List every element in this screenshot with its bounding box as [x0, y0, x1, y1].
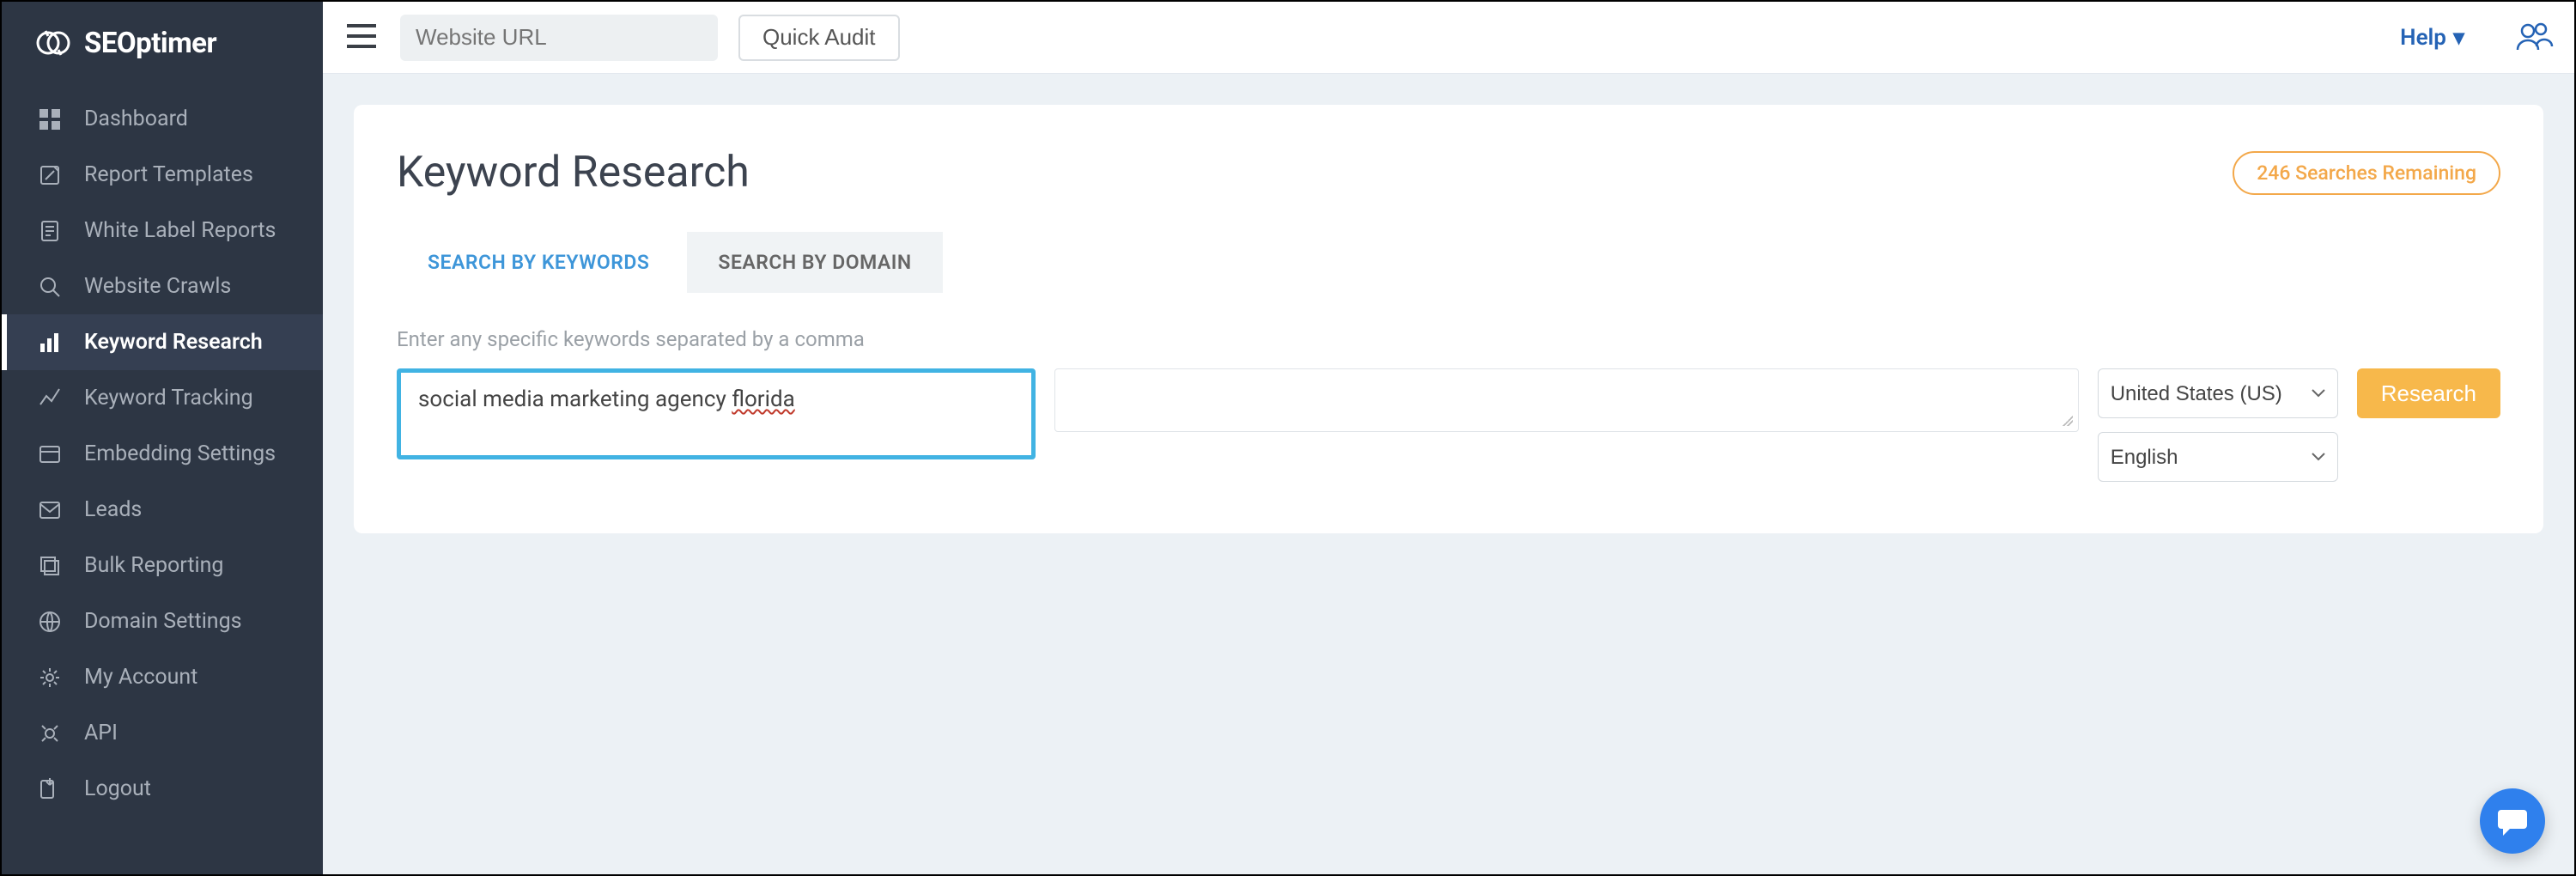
sidebar-item-logout[interactable]: Logout: [2, 761, 323, 817]
brand-icon: [33, 22, 74, 64]
sidebar-item-keyword-research[interactable]: Keyword Research: [2, 314, 323, 370]
sidebar-item-leads[interactable]: Leads: [2, 482, 323, 538]
sidebar-item-white-label-reports[interactable]: White Label Reports: [2, 203, 323, 259]
brand-name: SEOptimer: [84, 27, 216, 60]
dashboard-icon: [38, 107, 62, 131]
main: Quick Audit Help ▾ Keyword Research 246 …: [323, 2, 2574, 874]
report-icon: [38, 163, 62, 187]
topbar: Quick Audit Help ▾: [323, 2, 2574, 74]
users-icon[interactable]: [2516, 21, 2554, 55]
sidebar: SEOptimer Dashboard Report Templates White…: [2, 2, 323, 874]
sidebar-item-api[interactable]: API: [2, 705, 323, 761]
chevron-down-icon: ▾: [2453, 25, 2464, 51]
tabs: SEARCH BY KEYWORDSSEARCH BY DOMAIN: [397, 232, 2500, 293]
sidebar-item-label: Embedding Settings: [84, 441, 276, 466]
secondary-input[interactable]: [1054, 368, 2079, 432]
logout-icon: [38, 777, 62, 801]
help-label: Help: [2400, 25, 2446, 51]
sidebar-item-dashboard[interactable]: Dashboard: [2, 91, 323, 147]
keyword-icon: [38, 331, 62, 355]
sidebar-item-label: Logout: [84, 776, 151, 801]
chat-fab[interactable]: [2480, 788, 2545, 854]
tab-search-by-keywords[interactable]: SEARCH BY KEYWORDS: [397, 232, 680, 293]
sidebar-item-label: Bulk Reporting: [84, 553, 223, 578]
sidebar-item-my-account[interactable]: My Account: [2, 649, 323, 705]
sidebar-item-label: Keyword Research: [84, 330, 263, 355]
leads-icon: [38, 498, 62, 522]
api-icon: [38, 721, 62, 745]
quick-audit-button[interactable]: Quick Audit: [738, 15, 900, 61]
sidebar-item-label: White Label Reports: [84, 218, 276, 243]
hamburger-icon[interactable]: [343, 21, 380, 55]
embed-icon: [38, 442, 62, 466]
sidebar-item-label: Domain Settings: [84, 609, 242, 634]
crawl-icon: [38, 275, 62, 299]
sidebar-nav: Dashboard Report Templates White Label Rep…: [2, 84, 323, 817]
input-prompt: Enter any specific keywords separated by…: [397, 327, 2500, 351]
sidebar-item-label: Leads: [84, 497, 142, 522]
keywords-input[interactable]: social media marketing agency florida: [397, 368, 1036, 459]
sidebar-item-label: Keyword Tracking: [84, 386, 253, 411]
brand-logo[interactable]: SEOptimer: [2, 2, 323, 84]
tracking-icon: [38, 386, 62, 411]
page-title: Keyword Research: [397, 148, 750, 198]
gear-icon: [38, 666, 62, 690]
language-select[interactable]: English: [2098, 432, 2338, 482]
searches-remaining-badge: 246 Searches Remaining: [2233, 151, 2500, 195]
sidebar-item-bulk-reporting[interactable]: Bulk Reporting: [2, 538, 323, 593]
sidebar-item-website-crawls[interactable]: Website Crawls: [2, 259, 323, 314]
sidebar-item-label: Website Crawls: [84, 274, 231, 299]
country-select[interactable]: United States (US): [2098, 368, 2338, 418]
sidebar-item-report-templates[interactable]: Report Templates: [2, 147, 323, 203]
sidebar-item-label: API: [84, 721, 118, 745]
sidebar-item-keyword-tracking[interactable]: Keyword Tracking: [2, 370, 323, 426]
keyword-card: Keyword Research 246 Searches Remaining …: [354, 105, 2543, 533]
research-button[interactable]: Research: [2357, 368, 2500, 418]
sidebar-item-label: My Account: [84, 665, 197, 690]
tab-search-by-domain[interactable]: SEARCH BY DOMAIN: [687, 232, 942, 293]
sidebar-item-domain-settings[interactable]: Domain Settings: [2, 593, 323, 649]
sidebar-item-embedding-settings[interactable]: Embedding Settings: [2, 426, 323, 482]
globe-icon: [38, 610, 62, 634]
website-url-input[interactable]: [400, 15, 718, 61]
bulk-icon: [38, 554, 62, 578]
sidebar-item-label: Dashboard: [84, 106, 188, 131]
help-dropdown[interactable]: Help ▾: [2400, 25, 2464, 51]
sidebar-item-label: Report Templates: [84, 162, 253, 187]
whitelabel-icon: [38, 219, 62, 243]
